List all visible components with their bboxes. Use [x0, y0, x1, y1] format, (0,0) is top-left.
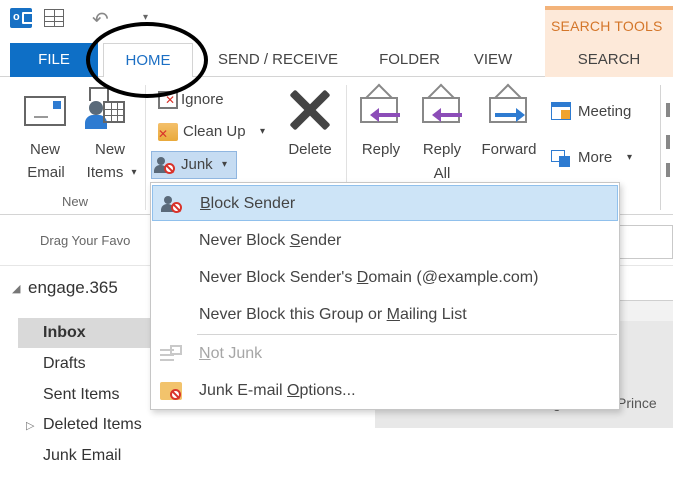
tab-send-receive[interactable]: SEND / RECEIVE: [203, 43, 353, 77]
block-sender-icon: [161, 195, 183, 213]
clean-up-button[interactable]: Clean Up ▾: [158, 119, 278, 147]
tab-view[interactable]: VIEW: [464, 43, 522, 77]
folder-inbox[interactable]: Inbox: [43, 324, 86, 342]
clean-up-chevron-icon: ▾: [260, 126, 266, 137]
context-tab-group-label: SEARCH TOOLS: [551, 18, 663, 34]
new-items-chevron-icon: ▾: [131, 167, 137, 178]
new-email-icon: [24, 96, 66, 126]
ignore-icon: [158, 91, 178, 109]
menu-item-never-block-group[interactable]: Never Block this Group or Mailing List: [152, 297, 618, 333]
search-tools-context-header: SEARCH TOOLS: [545, 6, 673, 43]
new-items-icon: [85, 87, 131, 129]
junk-dropdown-menu: Block Sender Never Block Sender Never Bl…: [150, 182, 620, 410]
menu-item-never-block-sender[interactable]: Never Block Sender: [152, 223, 618, 259]
more-icon: [551, 150, 571, 168]
next-group-edge: [660, 85, 673, 210]
junk-options-icon: [160, 382, 182, 400]
forward-label: Forward: [481, 141, 537, 158]
folder-sent-items[interactable]: Sent Items: [43, 386, 119, 404]
undo-icon[interactable]: ↶: [92, 7, 109, 32]
tab-file[interactable]: FILE: [10, 43, 98, 77]
more-chevron-icon: ▾: [627, 152, 633, 163]
not-junk-label: Not Junk: [199, 345, 263, 362]
reply-all-icon: [420, 83, 464, 127]
new-email-label-1: New: [29, 141, 60, 158]
reply-all-label-1: Reply: [422, 141, 462, 158]
meeting-label: Meeting: [578, 103, 632, 120]
expand-deleted-items-icon[interactable]: ▷: [26, 419, 34, 432]
menu-item-junk-email-options[interactable]: Junk E-mail Options...: [152, 373, 618, 409]
outlook-app-icon: o: [10, 8, 34, 28]
favorites-hint: Drag Your Favo: [40, 233, 131, 248]
account-name[interactable]: engage.365: [28, 278, 118, 298]
customize-toolbar-chevron-icon[interactable]: ▾: [143, 12, 148, 23]
group-divider: [145, 85, 146, 210]
menu-item-never-block-domain[interactable]: Never Block Sender's Domain (@example.co…: [152, 260, 618, 296]
meeting-icon: [551, 102, 571, 120]
ignore-button[interactable]: Ignore: [158, 87, 248, 113]
junk-label: Junk: [181, 156, 213, 173]
tab-home[interactable]: HOME: [103, 43, 193, 78]
delete-label: Delete: [288, 141, 332, 158]
never-block-group-label: Never Block this Group or Mailing List: [199, 306, 467, 323]
tab-folder[interactable]: FOLDER: [367, 43, 452, 77]
reply-icon: [358, 83, 402, 127]
never-block-domain-label: Never Block Sender's Domain (@example.co…: [199, 269, 539, 286]
ignore-label: Ignore: [181, 91, 224, 108]
folder-junk-email[interactable]: Junk Email: [43, 447, 121, 465]
junk-options-label: Junk E-mail Options...: [199, 382, 356, 399]
folder-drafts[interactable]: Drafts: [43, 355, 86, 373]
new-email-label-2: Email: [27, 164, 65, 181]
delete-icon: [286, 87, 332, 133]
send-receive-all-icon[interactable]: [44, 9, 64, 27]
more-label: More: [578, 149, 613, 166]
tab-search[interactable]: SEARCH: [545, 43, 673, 77]
folder-deleted-items[interactable]: Deleted Items: [43, 416, 142, 434]
clean-up-label: Clean Up: [183, 123, 246, 140]
menu-item-not-junk[interactable]: Not Junk: [152, 336, 618, 372]
forward-icon: [487, 83, 531, 127]
group-label-new: New: [62, 194, 89, 209]
not-junk-icon: [160, 345, 182, 363]
junk-icon: [154, 156, 175, 174]
junk-chevron-icon: ▾: [222, 159, 228, 170]
collapse-account-icon[interactable]: ◢: [12, 282, 20, 295]
block-sender-label: Block Sender: [200, 195, 296, 212]
new-items-label-1: New: [94, 141, 125, 158]
menu-separator: [197, 334, 617, 335]
menu-item-block-sender[interactable]: Block Sender: [152, 185, 618, 221]
junk-button[interactable]: Junk ▾: [151, 151, 237, 179]
clean-up-icon: [158, 121, 178, 147]
new-items-label-2: Items: [86, 164, 124, 181]
ribbon-tabs: FILE HOME SEND / RECEIVE FOLDER VIEW SEA…: [0, 43, 673, 78]
reply-label: Reply: [361, 141, 401, 158]
never-block-sender-label: Never Block Sender: [199, 232, 342, 249]
